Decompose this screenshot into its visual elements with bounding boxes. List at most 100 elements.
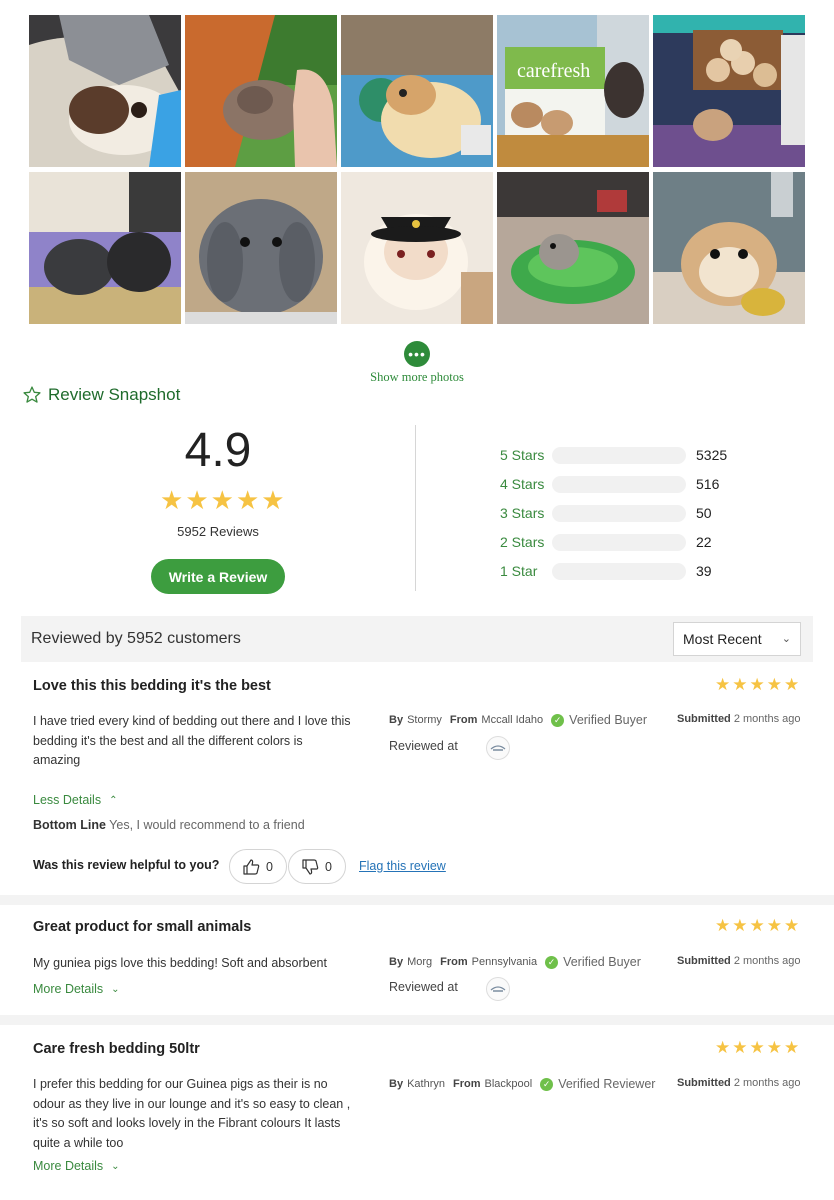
reviews-header-bar: Reviewed by 5952 customers Most Recent ⌄ [21,616,813,662]
chevron-down-icon: ⌄ [781,633,791,645]
review-date: 2 months ago [733,1077,801,1089]
from-label: From [449,714,478,726]
rating-label[interactable]: 5 Stars [500,447,552,463]
snapshot-title: Review Snapshot [48,385,181,404]
review-title: Great product for small animals [33,919,252,935]
verified-badge: Verified Buyer [569,713,647,727]
flag-review-link[interactable]: Flag this review [359,859,446,873]
reviewed-at-label: Reviewed at [389,739,458,753]
verified-check-icon: ✓ [545,955,559,969]
write-review-button[interactable]: Write a Review [151,559,285,594]
sort-selected-value: Most Recent [683,631,762,647]
star-icon: ★ [732,1038,748,1057]
review-card: Love this this bedding it's the best ★ ★ ★… [0,662,834,894]
more-details-label[interactable]: More Details [33,1159,103,1173]
rating-count: 50 [696,505,712,521]
review-photo-3[interactable] [341,15,493,167]
star-icon: ★ [766,675,782,694]
star-icon: ★ [715,916,731,935]
review-snapshot-heading: Review Snapshot [22,385,180,405]
review-title: Care fresh bedding 50ltr [33,1041,200,1057]
review-location: Pennsylvania [471,956,538,968]
review-meta: By Stormy From Mccall Idaho ✓ Verified B… [389,713,647,727]
review-photo-2[interactable] [185,15,337,167]
review-stars: ★ ★ ★ ★ ★ [715,676,799,693]
review-meta: By Kathryn From Blackpool ✓ Verified Rev… [389,1077,655,1091]
more-details-toggle[interactable]: More Details ⌄ [33,1159,120,1173]
verified-check-icon: ✓ [551,713,565,727]
review-photo-9[interactable] [497,172,649,324]
star-icon: ★ [732,675,748,694]
carefresh-logo-text: carefresh [517,60,590,82]
show-more-photos[interactable]: ••• Show more photos [0,341,834,385]
chevron-up-icon[interactable]: ⌃ [109,795,117,806]
sort-dropdown[interactable]: Most Recent ⌄ [673,622,801,656]
rating-row-1[interactable]: 1 Star 39 [500,561,712,581]
star-icon: ★ [185,485,209,515]
rating-label[interactable]: 4 Stars [500,476,552,492]
thumbs-up-icon [243,858,260,875]
review-author: Kathryn [407,1078,445,1090]
review-photo-7[interactable] [185,172,337,324]
by-label: By [389,714,404,726]
helpful-no-button[interactable]: 0 [288,849,346,884]
star-icon: ★ [766,1038,782,1057]
star-icon: ★ [749,916,765,935]
review-author: Morg [407,956,433,968]
rating-row-5[interactable]: 5 Stars 5325 [500,445,727,465]
review-photo-1[interactable] [29,15,181,167]
review-body: I prefer this bedding for our Guinea pig… [33,1077,351,1150]
review-submitted: Submitted 2 months ago [677,713,801,725]
chevron-down-icon[interactable]: ⌄ [111,1161,119,1172]
star-icon: ★ [732,916,748,935]
more-details-label[interactable]: More Details [33,982,103,996]
rating-label[interactable]: 3 Stars [500,505,552,521]
by-label: By [389,1078,404,1090]
reviewed-at-label: Reviewed at [389,980,458,994]
star-icon: ★ [715,675,731,694]
review-submitted: Submitted 2 months ago [677,955,801,967]
less-details-label[interactable]: Less Details [33,793,101,807]
rating-label[interactable]: 2 Stars [500,534,552,550]
from-label: From [440,956,468,968]
verified-badge: Verified Reviewer [558,1077,656,1091]
snapshot-divider [415,425,416,591]
rating-row-4[interactable]: 4 Stars 516 [500,474,719,494]
star-icon: ★ [749,675,765,694]
less-details-toggle[interactable]: Less Details ⌃ [33,793,117,807]
star-icon: ★ [766,916,782,935]
average-stars: ★ ★ ★ ★ ★ [160,487,285,513]
review-body: I have tried every kind of bedding out t… [33,714,351,767]
more-details-toggle[interactable]: More Details ⌄ [33,982,120,996]
chevron-down-icon[interactable]: ⌄ [111,984,119,995]
review-photo-4[interactable]: carefresh [497,15,649,167]
review-date: 2 months ago [733,713,801,725]
show-more-photos-link[interactable]: Show more photos [0,370,834,385]
rating-label[interactable]: 1 Star [500,563,552,579]
more-dots-icon[interactable]: ••• [404,341,430,367]
review-card: Care fresh bedding 50ltr ★ ★ ★ ★ ★ I prefer … [0,1025,834,1200]
review-photo-10[interactable] [653,172,805,324]
review-photo-6[interactable] [29,172,181,324]
star-icon: ★ [784,675,800,694]
rating-count: 39 [696,563,712,579]
submitted-label: Submitted [677,1077,731,1089]
review-photo-8[interactable] [341,172,493,324]
rating-count: 22 [696,534,712,550]
rating-bar-track [552,533,686,551]
review-body: My guniea pigs love this bedding! Soft a… [33,956,327,970]
star-icon: ★ [160,485,184,515]
rating-bar-track [552,446,686,464]
helpful-yes-button[interactable]: 0 [229,849,287,884]
review-card: Great product for small animals ★ ★ ★ ★ ★ My… [0,905,834,1013]
bottom-line-label: Bottom Line [33,818,106,832]
average-rating: 4.9 [184,424,252,477]
star-outline-icon [23,386,41,403]
review-divider [0,895,834,905]
review-location: Mccall Idaho [481,714,544,726]
rating-row-2[interactable]: 2 Stars 22 [500,532,712,552]
rating-row-3[interactable]: 3 Stars 50 [500,503,712,523]
review-photo-5[interactable] [653,15,805,167]
helpful-no-count: 0 [325,859,332,874]
reviewed-by-heading: Reviewed by 5952 customers [31,630,241,647]
